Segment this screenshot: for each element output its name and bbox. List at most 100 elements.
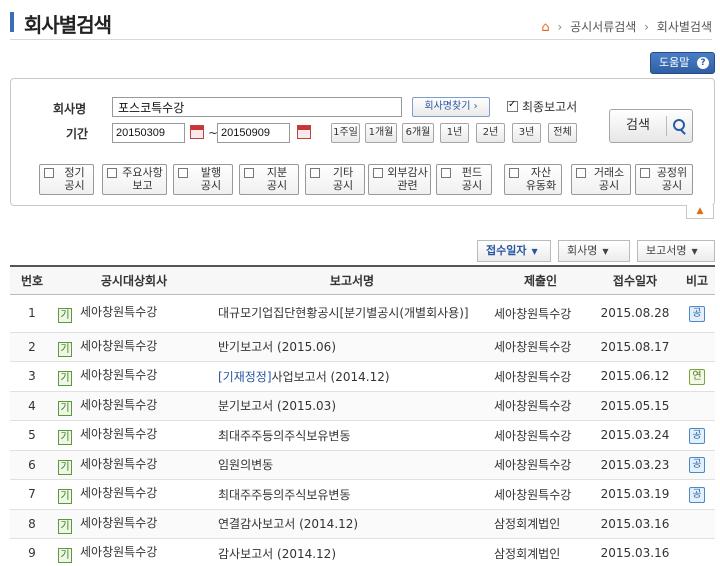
- collapse-panel-button[interactable]: ▲: [686, 205, 714, 219]
- table-row: 4 기 세아창원특수강 분기보고서 (2015.03) 세아창원특수강 2015.05.1…: [10, 391, 715, 421]
- note-cell: [679, 332, 715, 362]
- calendar-icon[interactable]: [297, 125, 311, 139]
- range-3year-button[interactable]: 3년: [512, 123, 541, 143]
- company-link[interactable]: 세아창원특수강: [80, 339, 157, 353]
- range-1year-button[interactable]: 1년: [440, 123, 469, 143]
- report-link[interactable]: 대규모기업집단현황공시[분기별공시(개별회사용)]: [218, 306, 469, 320]
- date-cell: 2015.08.28: [591, 294, 679, 333]
- sort-by-date-button[interactable]: 접수일자 ▼: [477, 240, 551, 262]
- page-title: 회사별검색: [24, 13, 112, 37]
- report-cell[interactable]: 반기보고서 (2015.06): [214, 332, 490, 362]
- category-external-audit[interactable]: 외부감사 관련: [368, 164, 431, 195]
- report-cell[interactable]: 임원의변동: [214, 450, 490, 480]
- breadcrumb-item[interactable]: 공시서류검색: [570, 20, 636, 34]
- latest-report-checkbox[interactable]: 최종보고서: [507, 98, 577, 115]
- title-bar: 회사별검색 ⌂ › 공시서류검색 › 회사별검색: [10, 8, 712, 40]
- report-cell[interactable]: 연결감사보고서 (2014.12): [214, 509, 490, 539]
- search-button[interactable]: 검색: [609, 109, 693, 143]
- note-badge-icon[interactable]: 공: [689, 457, 705, 474]
- sort-down-icon: ▼: [531, 247, 538, 256]
- market-badge-icon: 기: [58, 308, 72, 323]
- breadcrumb: ⌂ › 공시서류검색 › 회사별검색: [541, 20, 712, 35]
- category-equity[interactable]: 지분 공시: [239, 164, 299, 195]
- row-number: 2: [10, 332, 54, 362]
- company-link[interactable]: 세아창원특수강: [80, 545, 157, 559]
- company-link[interactable]: 세아창원특수강: [80, 305, 157, 319]
- breadcrumb-item-current: 회사별검색: [656, 20, 712, 34]
- header-date: 접수일자: [591, 265, 679, 295]
- report-cell[interactable]: 최대주주등의주식보유변동: [214, 479, 490, 510]
- table-row: 8 기 세아창원특수강 연결감사보고서 (2014.12) 삼정회계법인 2015.03.…: [10, 509, 715, 539]
- report-link[interactable]: 연결감사보고서 (2014.12): [218, 517, 358, 531]
- company-link[interactable]: 세아창원특수강: [80, 457, 157, 471]
- row-number: 7: [10, 479, 54, 510]
- company-cell: 기 세아창원특수강: [54, 509, 214, 539]
- report-link[interactable]: 감사보고서 (2014.12): [218, 547, 336, 561]
- sort-by-report-button[interactable]: 보고서명 ▼: [637, 240, 715, 262]
- header-note: 비고: [679, 265, 715, 295]
- report-link[interactable]: 사업보고서 (2014.12): [272, 370, 390, 384]
- category-fund[interactable]: 펀드 공시: [436, 164, 492, 195]
- range-1week-button[interactable]: 1주일: [331, 123, 360, 143]
- note-badge-icon[interactable]: 연: [689, 368, 705, 385]
- company-link[interactable]: 세아창원특수강: [80, 398, 157, 412]
- report-link[interactable]: 최대주주등의주식보유변동: [218, 488, 350, 502]
- date-from-input[interactable]: [112, 123, 185, 143]
- report-cell[interactable]: [기재정정]사업보고서 (2014.12): [214, 361, 490, 392]
- report-link[interactable]: 최대주주등의주식보유변동: [218, 429, 350, 443]
- note-badge-icon[interactable]: 공: [689, 427, 705, 444]
- date-to-input[interactable]: [217, 123, 290, 143]
- report-cell[interactable]: 대규모기업집단현황공시[분기별공시(개별회사용)]: [214, 294, 490, 333]
- note-badge-icon[interactable]: 공: [689, 305, 705, 322]
- range-all-button[interactable]: 전체: [548, 123, 577, 143]
- market-badge-icon: 기: [58, 371, 72, 387]
- date-cell: 2015.08.17: [591, 332, 679, 362]
- title-accent-bar: [10, 12, 14, 32]
- date-cell: 2015.05.15: [591, 391, 679, 421]
- checkbox-icon: [310, 168, 320, 178]
- calendar-icon[interactable]: [190, 125, 204, 139]
- checkbox-icon: [441, 168, 451, 178]
- category-other[interactable]: 기타 공시: [305, 164, 365, 195]
- market-badge-icon: 기: [58, 341, 72, 357]
- market-badge-icon: 기: [58, 489, 72, 505]
- company-name-input[interactable]: [112, 97, 402, 117]
- report-cell[interactable]: 최대주주등의주식보유변동: [214, 420, 490, 451]
- company-cell: 기 세아창원특수강: [54, 420, 214, 451]
- row-number: 3: [10, 361, 54, 392]
- category-exchange[interactable]: 거래소 공시: [571, 164, 631, 195]
- category-major-report[interactable]: 주요사항 보고: [102, 164, 167, 195]
- market-badge-icon: 기: [58, 459, 72, 475]
- range-1month-button[interactable]: 1개월: [365, 123, 397, 143]
- company-link[interactable]: 세아창원특수강: [80, 486, 157, 500]
- submitter-cell: 세아창원특수강: [490, 420, 591, 451]
- category-securitization[interactable]: 자산 유동화: [504, 164, 562, 195]
- company-link[interactable]: 세아창원특수강: [80, 427, 157, 441]
- checkbox-icon: [373, 168, 383, 178]
- report-link[interactable]: 임원의변동: [218, 458, 273, 472]
- company-link[interactable]: 세아창원특수강: [80, 368, 157, 382]
- report-link[interactable]: 분기보고서 (2015.03): [218, 399, 336, 413]
- submitter-cell: 세아창원특수강: [490, 391, 591, 421]
- checkbox-icon: [44, 168, 54, 178]
- find-company-button[interactable]: 회사명찾기 ›: [412, 97, 490, 117]
- company-link[interactable]: 세아창원특수강: [80, 516, 157, 530]
- home-icon[interactable]: ⌂: [541, 20, 549, 35]
- range-2year-button[interactable]: 2년: [476, 123, 505, 143]
- submitter-cell: 세아창원특수강: [490, 294, 591, 333]
- report-cell[interactable]: 분기보고서 (2015.03): [214, 391, 490, 421]
- category-issuance[interactable]: 발행 공시: [173, 164, 233, 195]
- sort-by-company-button[interactable]: 회사명 ▼: [558, 240, 630, 262]
- help-button[interactable]: 도움말 ?: [650, 52, 715, 74]
- report-link[interactable]: 반기보고서 (2015.06): [218, 340, 336, 354]
- table-row: 2 기 세아창원특수강 반기보고서 (2015.06) 세아창원특수강 2015.08.1…: [10, 332, 715, 362]
- category-ftc[interactable]: 공정위 공시: [635, 164, 693, 195]
- checkbox-checked-icon: [507, 99, 518, 112]
- company-cell: 기 세아창원특수강: [54, 479, 214, 510]
- market-badge-icon: 기: [58, 548, 72, 564]
- report-cell[interactable]: 감사보고서 (2014.12): [214, 538, 490, 566]
- range-6month-button[interactable]: 6개월: [402, 123, 434, 143]
- category-regular[interactable]: 정기 공시: [39, 164, 94, 195]
- note-badge-icon[interactable]: 공: [689, 486, 705, 503]
- row-number: 5: [10, 420, 54, 451]
